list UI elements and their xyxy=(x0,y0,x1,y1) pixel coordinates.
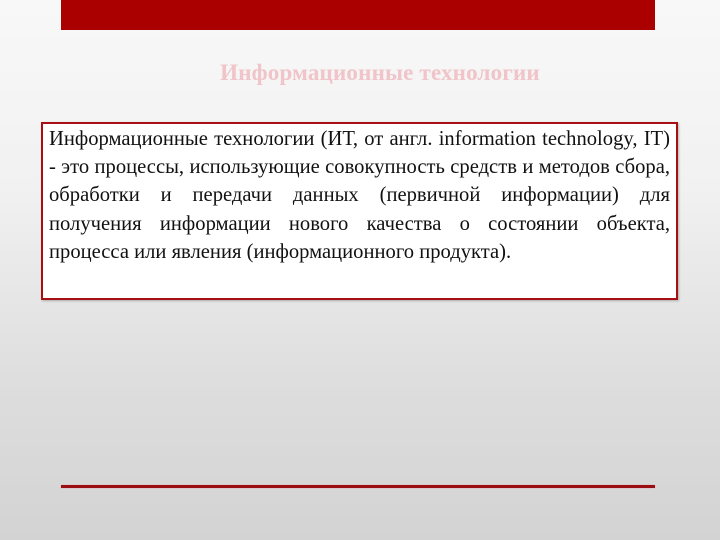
slide-title: Информационные технологии xyxy=(220,60,540,85)
definition-text: Информационные технологии (ИТ, от англ. … xyxy=(49,128,670,263)
definition-box: Информационные технологии (ИТ, от англ. … xyxy=(41,122,678,300)
top-accent-bar xyxy=(61,0,655,30)
bottom-divider xyxy=(61,485,655,488)
